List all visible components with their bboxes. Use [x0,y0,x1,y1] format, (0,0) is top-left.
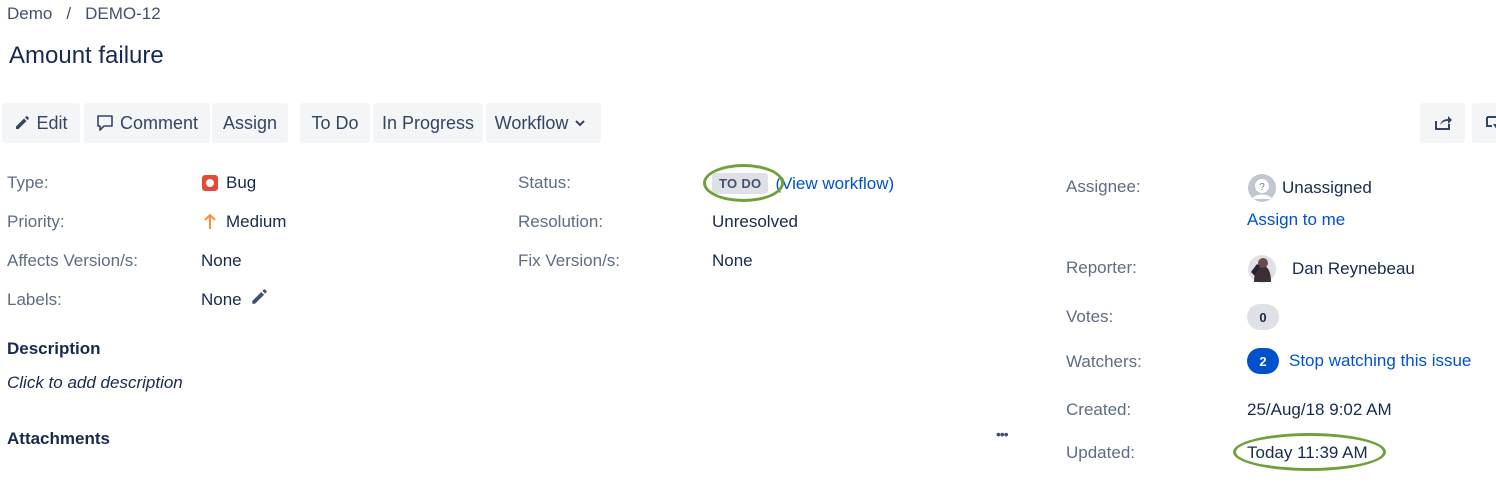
unassigned-avatar-icon: ? [1248,174,1276,202]
priority-text: Medium [226,212,287,231]
votes-badge-wrap[interactable]: 0 [1247,304,1279,330]
edit-button[interactable]: Edit [2,103,80,143]
breadcrumb: Demo / DEMO-12 [7,4,161,24]
updated-highlight-ring [1233,433,1386,471]
type-label: Type: [7,173,49,192]
status-label: Status: [518,173,571,192]
in-progress-transition-button[interactable]: In Progress [373,103,483,143]
more-options-icon[interactable]: ••• [996,426,1009,442]
watchers-label: Watchers: [1066,352,1142,371]
arrow-up-icon [204,213,216,229]
votes-count-badge[interactable]: 0 [1247,304,1279,330]
status-highlight-ring [703,164,784,202]
labels-label: Labels: [7,290,62,309]
bug-icon [202,175,218,191]
in-progress-label: In Progress [381,112,475,133]
page-title[interactable]: Amount failure [9,42,164,70]
reporter-value[interactable]: Dan Reynebeau [1247,254,1415,284]
todo-transition-button[interactable]: To Do [300,103,370,143]
labels-value[interactable]: None [201,288,268,310]
reporter-avatar [1248,255,1276,283]
votes-label: Votes: [1066,307,1114,326]
affects-version-value[interactable]: None [201,251,242,271]
resolution-value: Unresolved [712,212,798,231]
description-heading: Description [7,339,101,358]
assign-to-me-link[interactable]: Assign to me [1247,210,1345,230]
assign-label: Assign [222,112,278,133]
fix-version-label: Fix Version/s: [518,251,621,270]
breadcrumb-project-link[interactable]: Demo [7,4,52,23]
watchers-count-badge[interactable]: 2 [1247,348,1279,374]
resolution-label: Resolution: [518,212,604,231]
comment-icon [97,115,113,131]
breadcrumb-issue-link[interactable]: DEMO-12 [85,4,161,23]
view-workflow-link[interactable]: (View workflow) [775,174,894,194]
pencil-icon [16,116,30,129]
workflow-label: Workflow [494,112,569,133]
comment-label: Comment [119,112,199,133]
stop-watching-link[interactable]: Stop watching this issue [1289,351,1471,371]
affects-version-label: Affects Version/s: [7,251,139,270]
assignee-text: Unassigned [1282,178,1372,197]
type-value: Bug [201,173,256,193]
chevron-down-icon [575,120,586,127]
assignee-label: Assignee: [1066,177,1141,196]
description-placeholder[interactable]: Click to add description [7,373,183,393]
edit-label: Edit [36,112,68,133]
fix-version-value[interactable]: None [712,251,753,271]
export-icon [1486,116,1496,129]
pencil-icon[interactable] [250,288,268,306]
workflow-dropdown-button[interactable]: Workflow [486,103,601,143]
svg-text:?: ? [1259,182,1265,193]
created-value: 25/Aug/18 9:02 AM [1247,400,1392,419]
reporter-text: Dan Reynebeau [1292,259,1415,278]
priority-value: Medium [203,212,286,232]
attachments-heading: Attachments [7,429,110,448]
todo-label: To Do [311,112,359,133]
reporter-label: Reporter: [1066,258,1137,277]
updated-label: Updated: [1066,443,1135,462]
priority-label: Priority: [7,212,65,231]
watchers-value[interactable]: 2 Stop watching this issue [1247,348,1471,374]
created-label: Created: [1066,400,1132,419]
share-icon [1434,116,1452,130]
type-text: Bug [226,173,257,192]
assign-button[interactable]: Assign [212,103,288,143]
export-button[interactable] [1472,103,1496,143]
breadcrumb-separator: / [66,4,72,23]
assignee-value[interactable]: ? Unassigned [1247,173,1372,203]
share-button[interactable] [1420,103,1465,143]
labels-text: None [201,290,242,309]
comment-button[interactable]: Comment [84,103,210,143]
